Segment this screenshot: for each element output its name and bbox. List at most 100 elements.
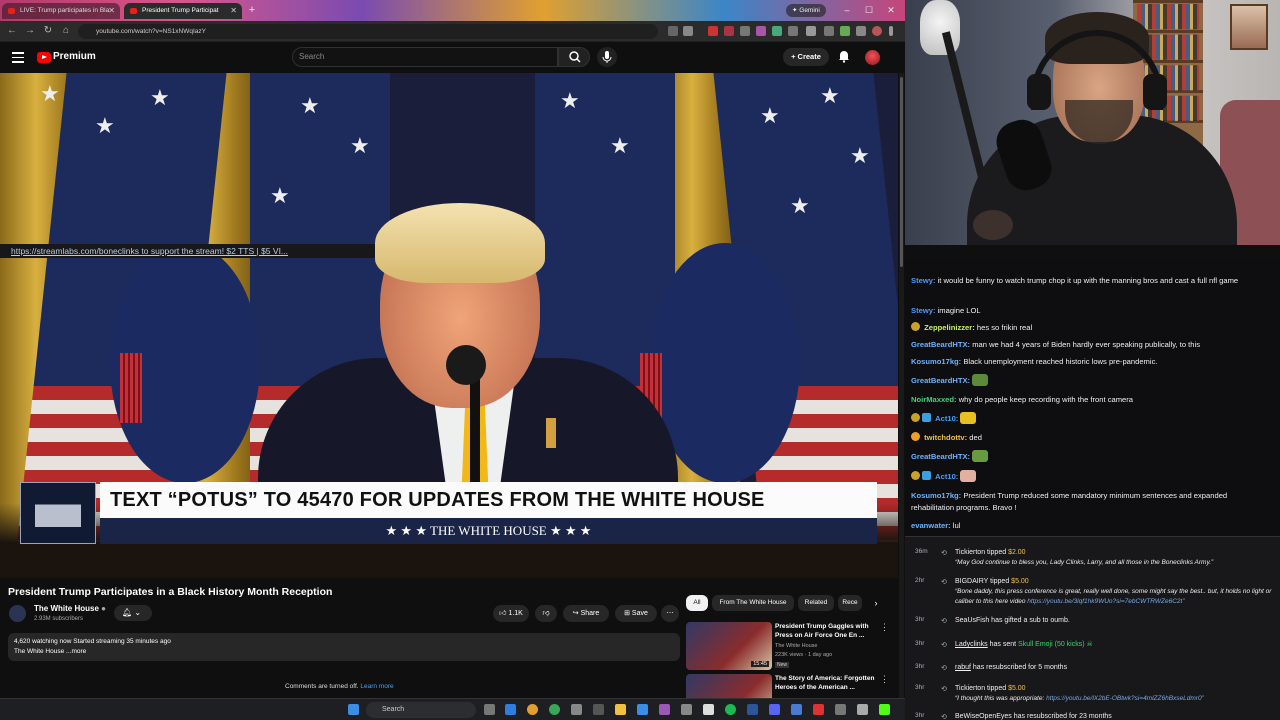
chat-username: Stewy: [911, 276, 936, 285]
event-link[interactable]: https://youtu.be/3lqf1hk9WUo?si=7ebCWTRW… [1027, 598, 1184, 605]
minimize-button[interactable]: – [840, 3, 854, 17]
maximize-button[interactable]: ☐ [862, 3, 876, 17]
app-icon[interactable] [637, 704, 648, 715]
channel-avatar[interactable] [9, 605, 26, 622]
more-actions-button[interactable]: ⋯ [661, 605, 679, 622]
app-icon[interactable] [747, 704, 758, 715]
extension-icon[interactable] [708, 26, 718, 36]
windows-start-icon[interactable] [348, 704, 359, 715]
youtube-logo-icon[interactable] [37, 52, 51, 63]
obs-icon[interactable] [703, 704, 714, 715]
new-tab-button[interactable]: + [245, 3, 259, 17]
browser-tab-active[interactable]: President Trump Participat ✕ [124, 3, 242, 19]
recommended-title: The Story of America: Forgotten Heroes o… [775, 675, 875, 691]
search-input[interactable]: Search [292, 47, 558, 67]
chip-from-white-house[interactable]: From The White House [712, 595, 794, 611]
search-button[interactable] [558, 47, 590, 67]
chip-related[interactable]: Related [798, 595, 834, 611]
gemini-button[interactable]: ✦ Gemini [786, 4, 826, 17]
recommended-video[interactable]: 15:45 President Trump Gaggles with Press… [686, 622, 891, 670]
chrome-icon[interactable] [527, 704, 538, 715]
close-window-button[interactable]: ✕ [884, 3, 898, 17]
chevron-right-icon[interactable]: › [870, 595, 882, 611]
app-icon[interactable] [549, 704, 560, 715]
create-button[interactable]: + Create [783, 48, 829, 66]
chip-recent[interactable]: Rece [838, 595, 862, 611]
windows-taskbar: Search [0, 698, 905, 720]
tip-ticker: https://streamlabs.com/boneclinks to sup… [0, 244, 375, 258]
comments-off-notice: Comments are turned off. Learn more [285, 683, 394, 690]
description-box[interactable]: 4,620 watching now Started streaming 35 … [8, 633, 680, 661]
extension-icon[interactable] [840, 26, 850, 36]
extension-icon[interactable] [772, 26, 782, 36]
event-message: “May God continue to bless you, Lady Cli… [955, 559, 1214, 566]
hamburger-menu-icon[interactable] [12, 52, 24, 63]
extension-icon[interactable] [724, 26, 734, 36]
gemini-label: Gemini [799, 7, 820, 14]
browser-window: LIVE: Trump participates in Bla ✕ Presid… [0, 0, 905, 720]
event-action: tipped [988, 578, 1012, 585]
extension-icon[interactable] [788, 26, 798, 36]
recommended-video[interactable]: The Story of America: Forgotten Heroes o… [686, 674, 891, 698]
subscription-bell-button[interactable]: 🔔︎ ⌄ [114, 605, 152, 621]
voice-search-button[interactable] [597, 47, 617, 67]
extensions-puzzle-icon[interactable] [806, 26, 816, 36]
more-vertical-icon[interactable]: ⋮ [880, 674, 889, 685]
taskbar-search[interactable]: Search [366, 702, 476, 718]
video-thumbnail[interactable]: 15:45 [686, 622, 772, 670]
youtube-brand[interactable]: Premium [53, 51, 96, 62]
extension-icon[interactable] [756, 26, 766, 36]
download-icon[interactable] [856, 26, 866, 36]
kick-icon[interactable] [879, 704, 890, 715]
headset-earcup [1143, 74, 1167, 110]
like-button[interactable]: 👍︎ 1.1K [493, 605, 529, 622]
app-icon[interactable] [659, 704, 670, 715]
event-amount: $5.00 [1011, 578, 1029, 585]
chip-all[interactable]: All [686, 595, 708, 611]
close-tab-icon[interactable]: ✕ [230, 3, 237, 19]
sidebar-icon[interactable] [824, 26, 834, 36]
home-icon[interactable]: ⌂ [59, 24, 73, 38]
file-explorer-icon[interactable] [615, 704, 626, 715]
close-tab-icon[interactable]: ✕ [108, 3, 115, 19]
spotify-icon[interactable] [725, 704, 736, 715]
profile-avatar-icon[interactable] [872, 26, 882, 36]
app-icon[interactable] [681, 704, 692, 715]
app-icon[interactable] [791, 704, 802, 715]
task-view-icon[interactable] [484, 704, 495, 715]
app-icon[interactable] [571, 704, 582, 715]
reload-icon[interactable]: ↻ [41, 24, 55, 38]
page-scrollbar[interactable] [899, 73, 904, 698]
chat-message: NoirMaxxed: why do people keep recording… [911, 394, 1271, 406]
notifications-bell-icon[interactable] [837, 49, 851, 63]
bookmark-star-icon[interactable] [683, 26, 693, 36]
save-button[interactable]: ⊞ Save [615, 605, 657, 622]
event-link[interactable]: https://youtu.be/lX2bE-OBtwk?si=4mlZZ6hB… [1046, 695, 1204, 702]
app-icon[interactable] [857, 704, 868, 715]
video-title: President Trump Participates in a Black … [8, 586, 333, 598]
webcam-feed [905, 0, 1280, 245]
video-thumbnail[interactable] [686, 674, 772, 698]
app-icon[interactable] [593, 704, 604, 715]
chat-text: ded [967, 433, 982, 442]
back-icon[interactable]: ← [5, 24, 19, 38]
dislike-button[interactable]: 👎︎ [535, 605, 557, 622]
address-bar-row: ← → ↻ ⌂ youtube.com/watch?v=NS1xNWqIazY [0, 21, 905, 42]
app-icon[interactable] [835, 704, 846, 715]
video-player[interactable]: ★ ★ ★ ★ ★ ★ ★ ★ ★ ★ ★ ★ TEXT “POTUS” TO 45470 … [0, 73, 898, 578]
app-icon[interactable] [505, 704, 516, 715]
lower-third-banner: TEXT “POTUS” TO 45470 FOR UPDATES FROM T… [20, 482, 877, 544]
account-avatar[interactable] [865, 50, 880, 65]
discord-icon[interactable] [769, 704, 780, 715]
extension-icon[interactable] [740, 26, 750, 36]
app-icon[interactable] [813, 704, 824, 715]
url-field[interactable]: youtube.com/watch?v=NS1xNWqIazY [78, 24, 658, 39]
learn-more-link[interactable]: Learn more [360, 683, 393, 690]
forward-icon[interactable]: → [23, 24, 37, 38]
share-button[interactable]: ↪ Share [563, 605, 609, 622]
browser-tab-live[interactable]: LIVE: Trump participates in Bla ✕ [2, 3, 120, 19]
more-vertical-icon[interactable]: ⋮ [880, 622, 889, 633]
browser-menu-icon[interactable] [889, 26, 893, 36]
cast-icon[interactable] [668, 26, 678, 36]
channel-name[interactable]: The White House ● [34, 604, 106, 613]
